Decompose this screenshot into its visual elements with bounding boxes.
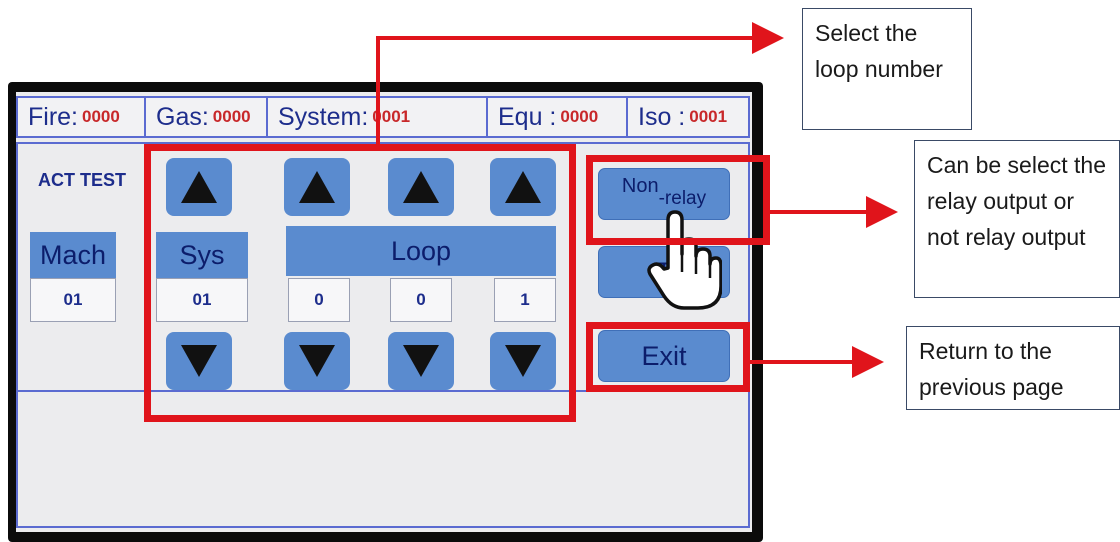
relay-annotation-note: Can be select the relay output or not re… [914,140,1120,298]
exit-annotation-note: Return to the previous page [906,326,1120,410]
loop-annotation-note: Select the loop number [802,8,972,130]
